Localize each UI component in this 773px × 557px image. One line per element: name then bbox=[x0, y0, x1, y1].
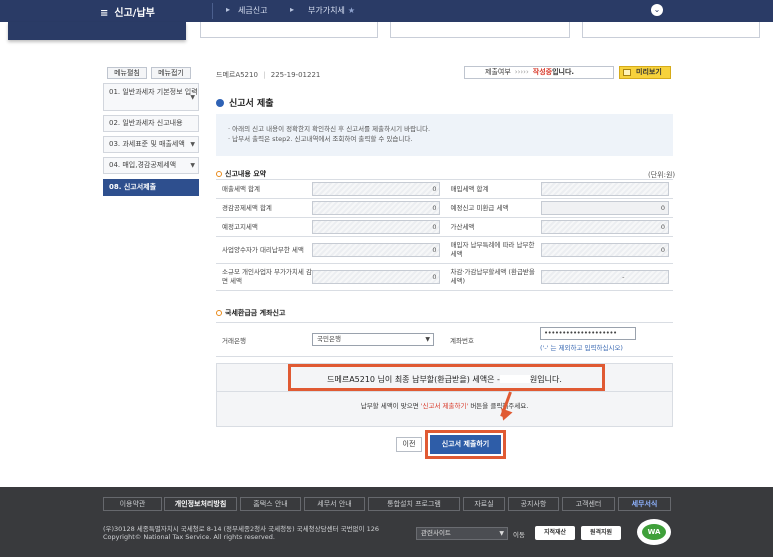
bullet-icon bbox=[216, 99, 224, 107]
account-number-input[interactable]: •••••••••••••••••••• bbox=[540, 327, 636, 340]
buyer-special-payment-field: 0 bbox=[540, 243, 669, 257]
table-label: 경감공제세액 합계 bbox=[216, 198, 313, 218]
footer-link-office-guide[interactable]: 세무서 안내 bbox=[304, 497, 365, 511]
preview-button[interactable]: 미리보기 bbox=[619, 66, 671, 79]
bullet-icon bbox=[216, 310, 222, 316]
ip-badge[interactable]: 지적재산 bbox=[535, 526, 575, 540]
chevron-down-icon: ▼ bbox=[425, 336, 430, 343]
footer-link-notice[interactable]: 공지사항 bbox=[508, 497, 559, 511]
refund-account-title: 국세환급금 계좌신고 bbox=[216, 308, 285, 318]
left-menu-item-basic-info[interactable]: 01. 일반과세자 기본정보 입력 ▼ bbox=[103, 83, 199, 111]
table-row: 예정고지세액 0 가산세액 0 bbox=[216, 217, 673, 237]
table-label: 예정고지세액 bbox=[216, 217, 313, 237]
account-hint: ('-' 는 제외하고 입력하십시오) bbox=[540, 344, 623, 352]
proxy-payment-field: 0 bbox=[312, 243, 441, 257]
collapse-menu-button[interactable]: 메뉴접기 bbox=[151, 67, 191, 79]
footer-link-library[interactable]: 자료실 bbox=[463, 497, 505, 511]
business-info: 드메르A5210 | 225-19-01221 bbox=[216, 71, 321, 79]
table-row: 사업양수자가 대리납부한 세액 0 매입자 납부특례에 따라 납부한 세액 0 bbox=[216, 236, 673, 264]
notice-box: · 아래의 신고 내용이 정확한지 확인하신 후 신고서를 제출하시기 바랍니다… bbox=[216, 114, 673, 156]
page-title: 신고서 제출 bbox=[216, 96, 274, 109]
step-tab[interactable] bbox=[582, 22, 760, 38]
left-menu-item-purchase-deduction[interactable]: 04. 매입,경감공제세액 ▼ bbox=[103, 157, 199, 174]
account-label: 계좌번호 bbox=[444, 322, 540, 357]
summary-table: 매출세액 합계 0 매입세액 합계 경감공제세액 합계 0 예정신고 미환급 세… bbox=[216, 179, 673, 291]
bank-label: 거래은행 bbox=[216, 322, 312, 357]
left-menu-item-submit-report[interactable]: 08. 신고서제출 bbox=[103, 179, 199, 196]
footer-address: (우)30128 세종특별자치시 국세청로 8-14 (정부세종2청사 국세청동… bbox=[103, 525, 379, 541]
footer-link-hometax-guide[interactable]: 홈택스 안내 bbox=[240, 497, 301, 511]
step-tab[interactable] bbox=[390, 22, 570, 38]
footer-link-tax-forms[interactable]: 세무서식 bbox=[618, 497, 671, 511]
hamburger-icon: ≡ bbox=[100, 8, 109, 19]
chevron-down-icon: ▼ bbox=[499, 530, 504, 537]
left-menu-item-tax-base[interactable]: 03. 과세표준 및 매출세액 ▼ bbox=[103, 136, 199, 153]
table-label: 매입자 납부특례에 따라 납부한 세액 bbox=[444, 236, 541, 264]
summary-title: 신고내용 요약 bbox=[216, 169, 266, 179]
go-button[interactable]: 이동 bbox=[513, 529, 525, 539]
breadcrumb-tax-filing[interactable]: 세금신고 bbox=[238, 5, 267, 16]
breadcrumb-vat[interactable]: 부가가치세 ★ bbox=[308, 5, 355, 16]
bullet-icon bbox=[216, 171, 222, 177]
footer-link-install-program[interactable]: 통합설치 프로그램 bbox=[368, 497, 460, 511]
additional-tax-field: 0 bbox=[540, 220, 669, 234]
divider bbox=[212, 3, 213, 19]
chevron-right-icon: ▸ bbox=[290, 5, 295, 14]
main-menu-button[interactable]: ≡ 신고/납부 bbox=[100, 4, 155, 19]
footer-link-privacy[interactable]: 개인정보처리방침 bbox=[164, 497, 237, 511]
table-label: 소규모 개인사업자 부가가치세 감면 세액 bbox=[216, 263, 313, 291]
chevron-down-icon[interactable]: ⌄ bbox=[651, 4, 663, 16]
table-label: 가산세액 bbox=[444, 217, 541, 237]
table-label: 사업양수자가 대리납부한 세액 bbox=[216, 236, 313, 264]
footer-link-customer-center[interactable]: 고객센터 bbox=[562, 497, 615, 511]
refund-account-table: 거래은행 국민은행 ▼ 계좌번호 •••••••••••••••••••• ('-… bbox=[216, 322, 673, 357]
deduction-total-field: 0 bbox=[312, 201, 441, 215]
small-business-reduction-field: 0 bbox=[312, 270, 441, 284]
purchase-tax-total-field bbox=[540, 182, 669, 196]
highlight-box bbox=[288, 364, 605, 391]
footer-link-terms[interactable]: 이용약관 bbox=[103, 497, 162, 511]
previous-button[interactable]: 이전 bbox=[396, 437, 422, 452]
table-label: 예정신고 미환급 세액 bbox=[444, 198, 541, 218]
table-label: 매입세액 합계 bbox=[444, 179, 541, 199]
document-icon bbox=[623, 69, 631, 76]
unrefunded-tax-field: 0 bbox=[540, 201, 669, 215]
web-accessibility-mark-icon: WA bbox=[637, 519, 671, 545]
chevron-down-icon: ▼ bbox=[190, 94, 195, 101]
sales-tax-total-field: 0 bbox=[312, 182, 441, 196]
left-menu-item-report-content[interactable]: 02. 일반과세자 신고내용 bbox=[103, 115, 199, 132]
chevron-down-icon: ▼ bbox=[190, 141, 195, 148]
step-tab-active[interactable] bbox=[8, 22, 186, 40]
remote-support-button[interactable]: 원격지원 bbox=[581, 526, 621, 540]
submission-status: 제출여부 ››››› 작성중입니다. bbox=[464, 66, 614, 79]
table-row: 거래은행 국민은행 ▼ 계좌번호 •••••••••••••••••••• ('-… bbox=[216, 322, 673, 357]
chevron-right-icon: ▸ bbox=[226, 5, 231, 14]
table-label: 차감·가감납부할세액 (환급받을세액) bbox=[444, 263, 541, 291]
expand-menu-button[interactable]: 메뉴펼침 bbox=[107, 67, 147, 79]
chevron-down-icon: ▼ bbox=[190, 162, 195, 169]
estimated-notice-tax-field: 0 bbox=[312, 220, 441, 234]
bank-select[interactable]: 국민은행 ▼ bbox=[312, 333, 434, 346]
table-label: 매출세액 합계 bbox=[216, 179, 313, 199]
table-row: 경감공제세액 합계 0 예정신고 미환급 세액 0 bbox=[216, 198, 673, 218]
related-sites-select[interactable]: 관련사이트 ▼ bbox=[416, 527, 508, 540]
submit-report-button[interactable]: 신고서 제출하기 bbox=[430, 435, 501, 454]
table-row: 소규모 개인사업자 부가가치세 감면 세액 0 차감·가감납부할세액 (환급받을… bbox=[216, 263, 673, 291]
net-payable-tax-field: - bbox=[540, 270, 669, 284]
step-tab[interactable] bbox=[200, 22, 378, 38]
top-nav-bar: ≡ 신고/납부 ▸ 세금신고 ▸ 부가가치세 ★ ⌄ bbox=[0, 0, 773, 22]
star-icon[interactable]: ★ bbox=[348, 6, 355, 15]
table-row: 매출세액 합계 0 매입세액 합계 bbox=[216, 179, 673, 199]
